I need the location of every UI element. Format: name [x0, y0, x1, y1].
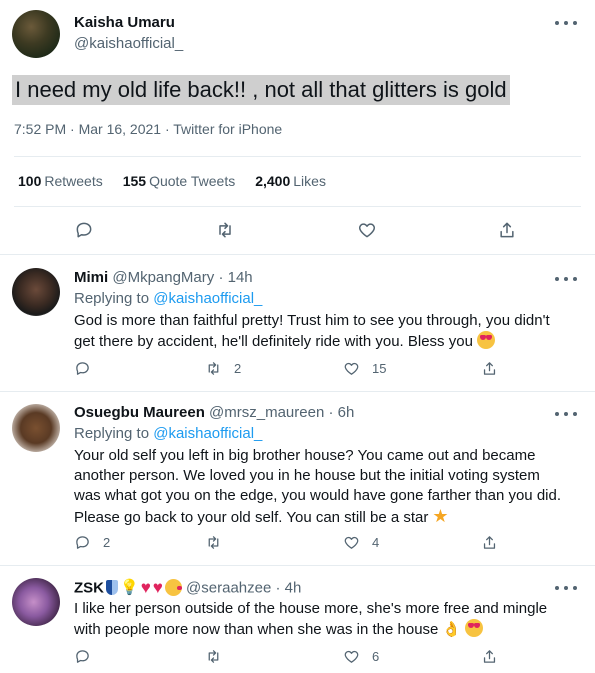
share-button[interactable] — [481, 360, 498, 377]
name-emojis: 💡 ♥ ♥ — [106, 578, 182, 596]
retweets-stat[interactable]: 100 Retweets — [18, 173, 103, 189]
kissing-face-icon — [164, 578, 182, 596]
more-options-icon[interactable] — [555, 581, 577, 595]
reply-text: God is more than faithful pretty! Trust … — [74, 312, 550, 350]
reply-avatar[interactable] — [12, 268, 60, 316]
tweet-text: I need my old life back!! , not all that… — [12, 75, 510, 105]
replying-handle-link[interactable]: @kaishaofficial_ — [153, 425, 262, 442]
lightbulb-icon: 💡 — [120, 579, 139, 596]
reply-icon — [76, 536, 89, 549]
heart-icon — [344, 650, 359, 663]
reply-header[interactable]: Mimi @MkpangMary · 14h — [74, 269, 253, 286]
like-button[interactable]: 4 — [343, 534, 379, 551]
share-icon — [483, 650, 496, 663]
share-icon — [500, 222, 514, 238]
reply-text: Your old self you left in big brother ho… — [74, 447, 562, 526]
share-icon — [483, 536, 496, 549]
retweet-icon — [219, 222, 231, 238]
share-button[interactable] — [481, 534, 498, 551]
tweet-stats: 100 Retweets 155 Quote Tweets 2,400 Likes — [18, 173, 326, 189]
like-button[interactable]: 15 — [343, 360, 386, 377]
retweet-icon — [208, 536, 219, 549]
share-button[interactable] — [497, 220, 517, 240]
retweet-button[interactable] — [205, 534, 222, 551]
reply-button[interactable] — [74, 648, 91, 665]
more-options-icon[interactable] — [555, 16, 577, 30]
reply-avatar[interactable] — [12, 578, 60, 626]
reply-button[interactable] — [74, 360, 91, 377]
reply-icon — [76, 362, 89, 375]
more-options-icon[interactable] — [555, 272, 577, 286]
heart-icon — [344, 536, 359, 549]
like-count: 6 — [372, 649, 380, 664]
share-button[interactable] — [481, 648, 498, 665]
divider — [0, 565, 595, 566]
shield-icon — [106, 579, 118, 595]
like-button[interactable]: 6 — [343, 648, 379, 665]
replying-to: Replying to @kaishaofficial_ — [74, 290, 263, 307]
author-handle[interactable]: @kaishaofficial_ — [74, 35, 183, 52]
reply-header[interactable]: ZSK 💡 ♥ ♥ @seraahzee · 4h — [74, 578, 301, 597]
heart-icon — [358, 223, 376, 238]
reply-button[interactable] — [74, 220, 94, 240]
reply-button[interactable]: 2 — [74, 534, 110, 551]
quote-tweets-stat[interactable]: 155 Quote Tweets — [123, 173, 236, 189]
retweet-button[interactable]: 2 — [205, 360, 241, 377]
like-count: 4 — [372, 535, 380, 550]
author-name[interactable]: Kaisha Umaru — [74, 14, 175, 31]
ok-hand-emoji-icon: 👌 — [442, 621, 462, 638]
star-emoji-icon: ★ — [432, 506, 449, 526]
retweet-icon — [208, 650, 219, 663]
retweet-button[interactable] — [215, 220, 235, 240]
heart-eyes-emoji-icon — [465, 619, 484, 637]
reply-header[interactable]: Osuegbu Maureen @mrsz_maureen · 6h — [74, 404, 354, 421]
reply-avatar[interactable] — [12, 404, 60, 452]
reply-text: I like her person outside of the house m… — [74, 600, 548, 638]
retweet-count: 2 — [234, 361, 242, 376]
retweet-button[interactable] — [205, 648, 222, 665]
heart-icon — [344, 362, 359, 375]
reply-icon — [76, 222, 92, 238]
heart-icon: ♥ — [152, 577, 163, 597]
share-icon — [483, 362, 496, 375]
divider — [0, 391, 595, 392]
more-options-icon[interactable] — [555, 407, 577, 421]
replying-to: Replying to @kaishaofficial_ — [74, 425, 263, 442]
heart-icon: ♥ — [140, 577, 151, 597]
reply-icon — [76, 650, 89, 663]
retweet-icon — [208, 362, 219, 375]
like-button[interactable] — [357, 220, 377, 240]
divider — [0, 254, 595, 255]
tweet-meta[interactable]: 7:52 PM · Mar 16, 2021 · Twitter for iPh… — [14, 121, 282, 137]
divider — [14, 156, 581, 157]
like-count: 15 — [372, 361, 387, 376]
likes-stat[interactable]: 2,400 Likes — [255, 173, 326, 189]
divider — [14, 206, 581, 207]
heart-eyes-emoji-icon — [476, 331, 495, 349]
reply-count: 2 — [103, 535, 111, 550]
replying-handle-link[interactable]: @kaishaofficial_ — [153, 290, 262, 307]
author-avatar[interactable] — [12, 10, 60, 58]
